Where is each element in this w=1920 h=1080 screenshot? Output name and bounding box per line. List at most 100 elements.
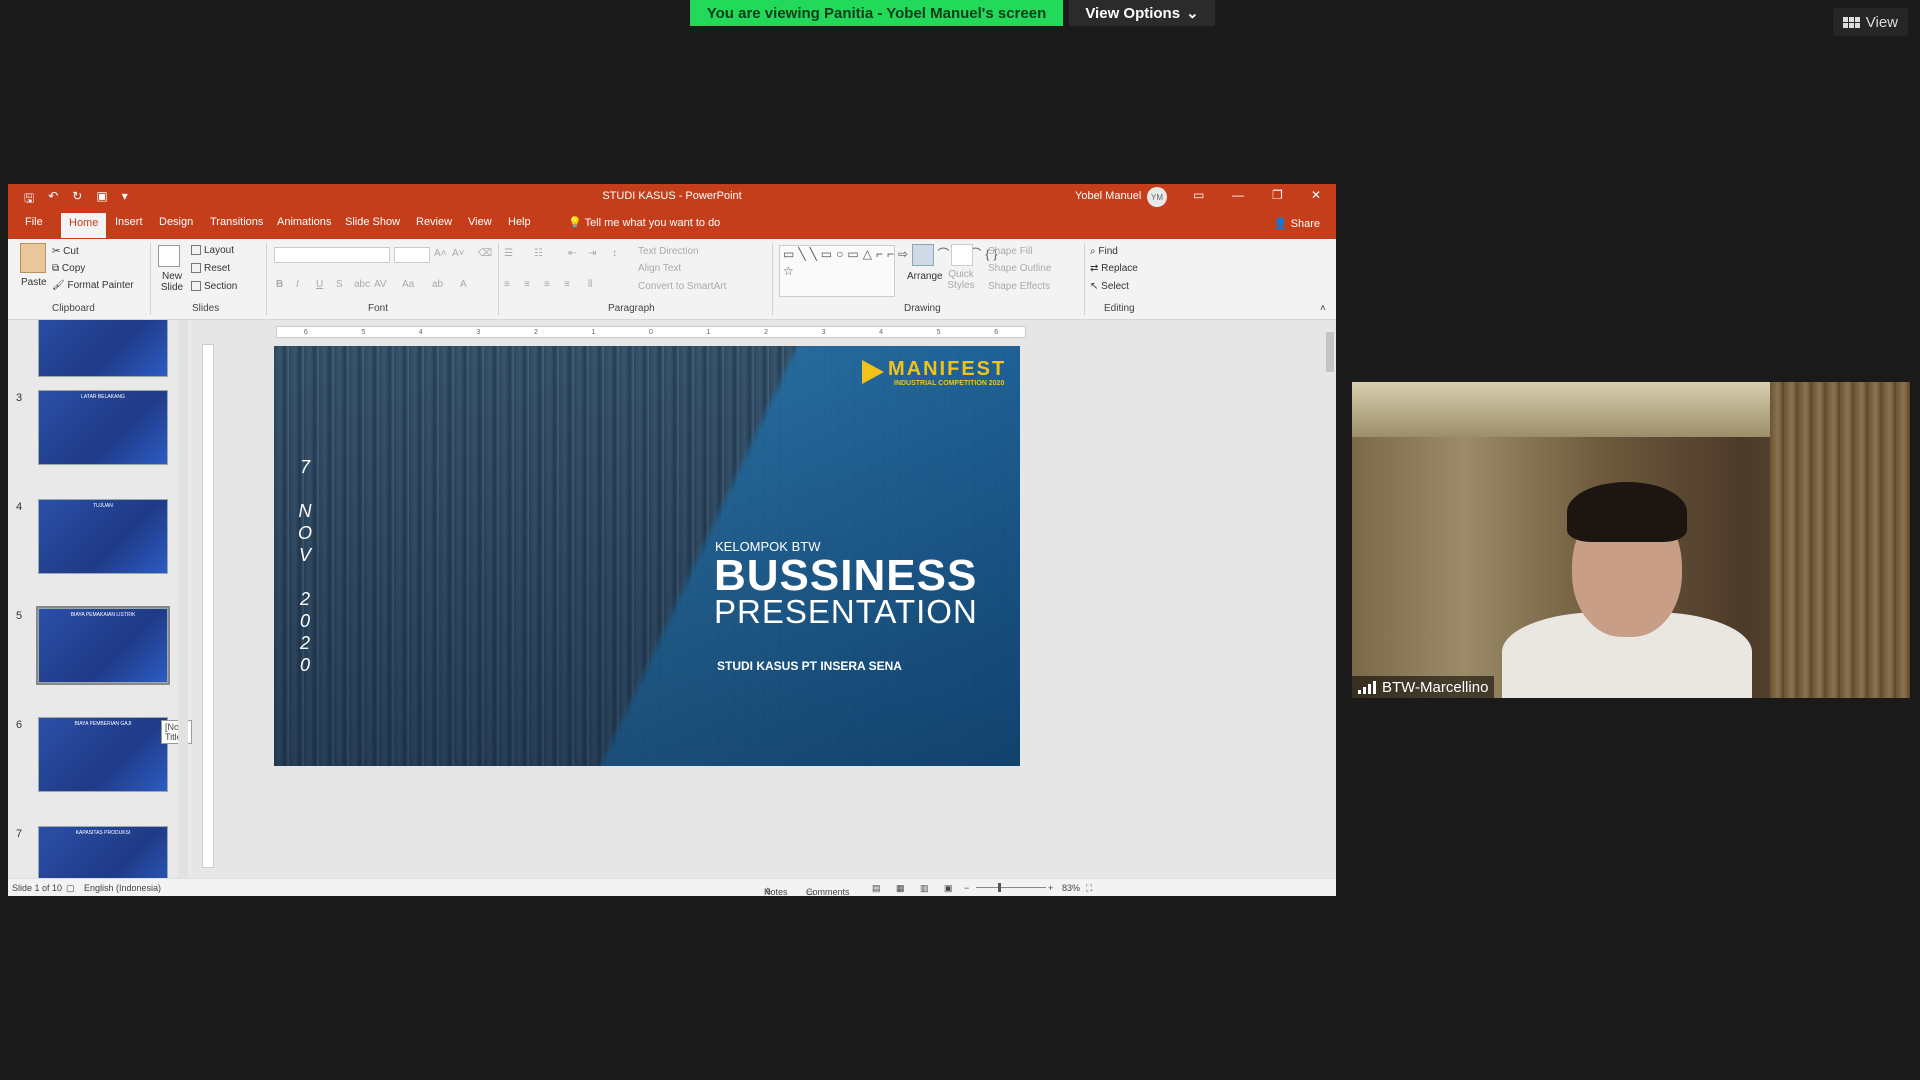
shadow-icon[interactable]: S	[336, 279, 343, 290]
restore-icon[interactable]: ❐	[1272, 188, 1283, 202]
increase-font-icon[interactable]: A˄	[434, 248, 447, 259]
line-spacing-icon[interactable]: ↕	[612, 248, 617, 259]
scrollbar-thumb[interactable]	[1326, 332, 1334, 372]
find-button[interactable]: ⌕ Find	[1090, 246, 1118, 257]
font-color-icon[interactable]: A	[460, 279, 467, 290]
justify-icon[interactable]: ≡	[564, 279, 570, 290]
tab-home[interactable]: Home	[61, 213, 107, 238]
copy-button[interactable]: ⧉ Copy	[52, 263, 85, 274]
shape-outline-button[interactable]: Shape Outline	[988, 263, 1051, 274]
zoom-slider-handle[interactable]	[998, 883, 1001, 892]
language-indicator[interactable]: English (Indonesia)	[84, 883, 161, 893]
ribbon-display-options-icon[interactable]: ▭	[1193, 188, 1204, 202]
close-icon[interactable]: ✕	[1311, 188, 1321, 202]
align-center-icon[interactable]: ≡	[524, 279, 530, 290]
ribbon-tabs: File Home Insert Design Transitions Anim…	[8, 209, 1336, 239]
slide-canvas[interactable]: 7 N O V 2 0 2 0 MANIFEST INDUSTRIAL COMP…	[274, 346, 1020, 766]
shapes-gallery[interactable]: ▭╲╲▭○▭△⌐⌐⇨⇩⌂⌒⌒⌒{}☆	[779, 245, 997, 297]
thumbnail-title: LATAR BELAKANG	[81, 394, 125, 400]
tab-help[interactable]: Help	[508, 216, 531, 228]
paste-button[interactable]: Paste	[21, 277, 47, 288]
replace-button[interactable]: ⇄ Replace	[1090, 263, 1138, 274]
avatar[interactable]: YM	[1147, 187, 1167, 207]
cut-button[interactable]: ✂ Cut	[52, 246, 79, 257]
align-left-icon[interactable]: ≡	[504, 279, 510, 290]
reading-view-icon[interactable]: ▥	[920, 883, 929, 894]
spellcheck-icon[interactable]: ▢	[66, 883, 75, 894]
slide-thumbnail[interactable]: TUJUAN	[38, 499, 168, 574]
paste-icon[interactable]	[20, 243, 46, 273]
bold-icon[interactable]: B	[276, 279, 283, 290]
zoom-out-icon[interactable]: −	[964, 883, 969, 893]
slide-sorter-icon[interactable]: ▦	[896, 883, 905, 894]
user-name[interactable]: Yobel Manuel	[1075, 190, 1141, 202]
bullets-icon[interactable]: ☰	[504, 248, 513, 259]
reset-button[interactable]: Reset	[191, 263, 230, 274]
text-direction-button[interactable]: Text Direction	[638, 246, 699, 257]
shape-fill-button[interactable]: Shape Fill	[988, 246, 1032, 257]
format-painter-button[interactable]: 🖌 Format Painter	[52, 280, 134, 291]
slide-thumbnail[interactable]: LATAR BELAKANG	[38, 390, 168, 465]
tab-review[interactable]: Review	[416, 216, 452, 228]
change-case-icon[interactable]: Aa	[402, 279, 414, 290]
slide-thumbnail[interactable]	[38, 320, 168, 377]
reset-icon	[191, 263, 201, 274]
new-slide-button[interactable]: New Slide	[156, 271, 188, 293]
decrease-indent-icon[interactable]: ⇤	[568, 248, 576, 259]
slide-thumbnail[interactable]: BIAYA PEMAKAIAN LISTRIK	[36, 606, 170, 685]
zoom-slider[interactable]	[976, 887, 1046, 888]
slide-thumbnail[interactable]: KAPASITAS PRODUKSI	[38, 826, 168, 878]
minimize-icon[interactable]: —	[1232, 188, 1244, 202]
reset-label: Reset	[204, 263, 231, 274]
shape-effects-button[interactable]: Shape Effects	[988, 281, 1050, 292]
share-button[interactable]: 👤 Share	[1274, 217, 1320, 230]
character-spacing-icon[interactable]: AV	[374, 279, 387, 290]
font-size-dropdown[interactable]	[394, 247, 430, 263]
cut-label: Cut	[63, 246, 79, 257]
zoom-level[interactable]: 83%	[1062, 883, 1080, 893]
tab-animations[interactable]: Animations	[277, 216, 331, 228]
scissors-icon: ✂	[52, 246, 64, 257]
align-text-button[interactable]: Align Text	[638, 263, 681, 274]
select-button[interactable]: ↖ Select	[1090, 281, 1129, 292]
date-char: 7	[299, 457, 310, 477]
font-name-dropdown[interactable]	[274, 247, 390, 263]
tab-file[interactable]: File	[25, 216, 43, 228]
arrange-icon[interactable]	[912, 244, 934, 266]
numbering-icon[interactable]: ☷	[534, 248, 543, 259]
thumbnails-scrollbar[interactable]	[178, 320, 188, 878]
columns-icon[interactable]: ⫴	[588, 279, 592, 290]
slide-thumbnail[interactable]: BIAYA PEMBERIAN GAJI	[38, 717, 168, 792]
layout-button[interactable]: Layout	[191, 245, 234, 256]
new-slide-icon[interactable]	[158, 245, 180, 267]
highlight-icon[interactable]: ab	[432, 279, 443, 290]
strikethrough-icon[interactable]: abc	[354, 279, 370, 290]
quick-styles-icon[interactable]	[951, 244, 973, 266]
tab-view[interactable]: View	[468, 216, 492, 228]
thumbnail-title: TUJUAN	[93, 503, 113, 509]
view-button[interactable]: View	[1832, 8, 1908, 36]
clear-formatting-icon[interactable]: ⌫	[478, 248, 492, 259]
normal-view-icon[interactable]: ▤	[872, 883, 881, 894]
increase-indent-icon[interactable]: ⇥	[588, 248, 596, 259]
tab-insert[interactable]: Insert	[115, 216, 143, 228]
decrease-font-icon[interactable]: A˅	[452, 248, 465, 259]
italic-icon[interactable]: I	[296, 279, 299, 290]
underline-icon[interactable]: U	[316, 279, 323, 290]
tell-me-search[interactable]: 💡 Tell me what you want to do	[568, 216, 720, 229]
convert-smartart-button[interactable]: Convert to SmartArt	[638, 281, 726, 292]
slideshow-view-icon[interactable]: ▣	[944, 883, 953, 894]
tab-design[interactable]: Design	[159, 216, 193, 228]
fit-slide-icon[interactable]: ⛶	[1086, 883, 1092, 894]
tab-transitions[interactable]: Transitions	[210, 216, 263, 228]
slide-thumbnails-pane[interactable]: 3 LATAR BELAKANG 4 TUJUAN 5 BIAYA PEMAKA…	[8, 320, 192, 878]
view-options-button[interactable]: View Options ⌄	[1069, 0, 1215, 26]
zoom-in-icon[interactable]: +	[1048, 883, 1053, 893]
arrange-button[interactable]: Arrange	[907, 271, 943, 282]
collapse-ribbon-icon[interactable]: ˄	[1320, 303, 1326, 314]
align-right-icon[interactable]: ≡	[544, 279, 550, 290]
tab-slide-show[interactable]: Slide Show	[345, 216, 400, 228]
vertical-scrollbar[interactable]	[1324, 322, 1336, 876]
section-button[interactable]: Section	[191, 281, 237, 292]
quick-styles-button[interactable]: Quick Styles	[944, 269, 978, 291]
